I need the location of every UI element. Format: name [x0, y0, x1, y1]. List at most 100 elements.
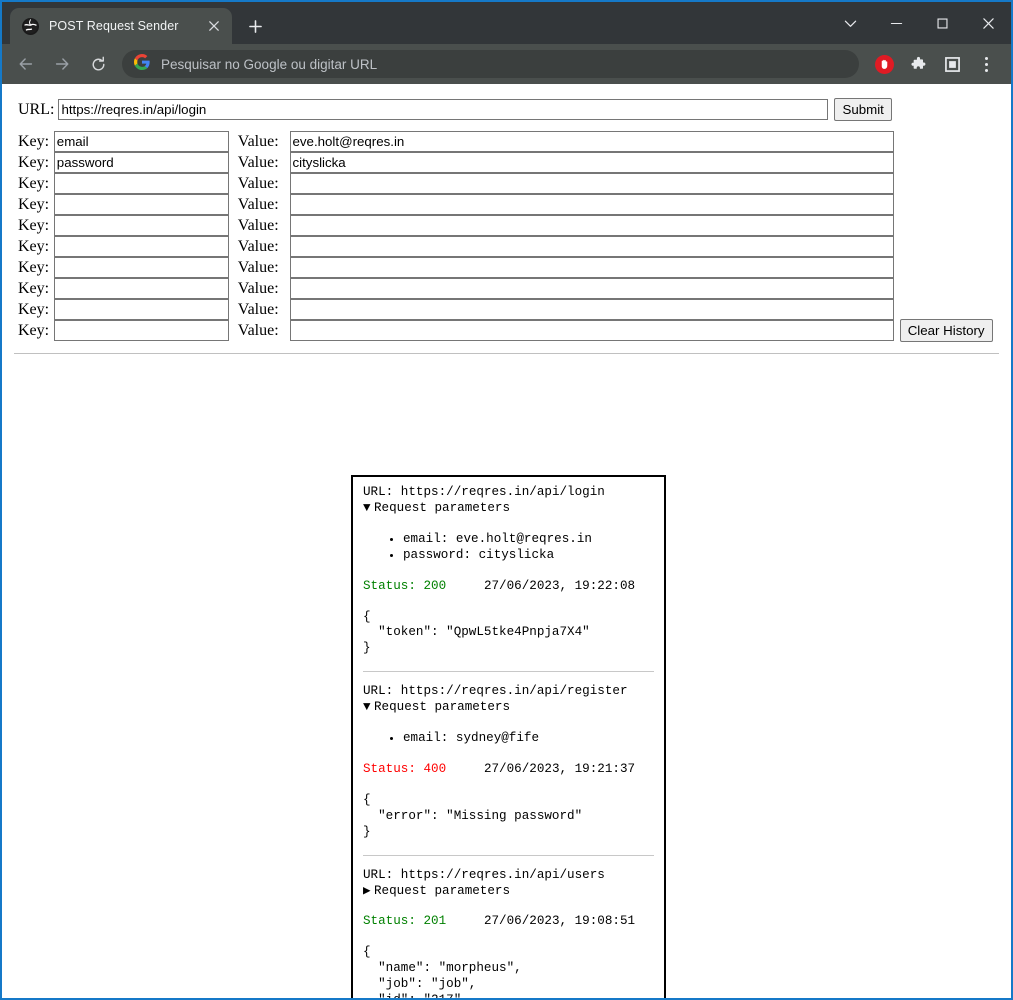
- request-parameters-toggle[interactable]: ▼ Request parameters: [363, 700, 654, 716]
- key-input-7[interactable]: [53, 278, 229, 299]
- key-input-5[interactable]: [53, 236, 229, 257]
- key-input-3[interactable]: [53, 194, 229, 215]
- sidebar-panel-icon[interactable]: [937, 49, 967, 79]
- triangle-down-icon: ▼: [363, 500, 371, 515]
- kv-row: Key: Value:: [18, 152, 1003, 173]
- tab-post-request-sender[interactable]: POST Request Sender: [10, 8, 232, 44]
- value-input-7[interactable]: [289, 278, 894, 299]
- maximize-icon[interactable]: [919, 2, 965, 44]
- status-line: Status: 400 27/06/2023, 19:21:37: [363, 762, 654, 778]
- submit-button[interactable]: Submit: [834, 98, 892, 121]
- value-label: Value:: [237, 174, 279, 192]
- timestamp: 27/06/2023, 19:21:37: [483, 761, 636, 776]
- key-label: Key:: [18, 300, 50, 318]
- key-value-table: Key: Value: Key: Value: Key: Value:: [18, 131, 1003, 342]
- value-label: Value:: [237, 300, 279, 318]
- value-input-6[interactable]: [289, 257, 894, 278]
- tab-close-icon[interactable]: [204, 16, 224, 36]
- window-controls: [827, 2, 1011, 44]
- value-input-9[interactable]: [289, 320, 894, 341]
- address-bar[interactable]: Pesquisar no Google ou digitar URL: [122, 50, 859, 78]
- kv-row: Key: Value:: [18, 278, 1003, 299]
- value-input-2[interactable]: [289, 173, 894, 194]
- reload-icon[interactable]: [83, 49, 113, 79]
- value-label: Value:: [237, 132, 279, 150]
- title-bar: POST Request Sender: [2, 2, 1011, 44]
- results-history-panel: URL: https://reqres.in/api/login ▼ Reques…: [351, 475, 666, 998]
- entry-url-value: https://reqres.in/api/login: [400, 485, 605, 499]
- entry-url: URL: https://reqres.in/api/login: [363, 485, 654, 501]
- entry-url: URL: https://reqres.in/api/register: [363, 684, 654, 700]
- triangle-right-icon: ▶: [363, 883, 371, 898]
- value-label: Value:: [237, 279, 279, 297]
- key-input-6[interactable]: [53, 257, 229, 278]
- chevron-down-icon[interactable]: [827, 2, 873, 44]
- value-input-3[interactable]: [289, 194, 894, 215]
- kv-row: Key: Value:: [18, 194, 1003, 215]
- request-parameters-list: email: eve.holt@reqres.in password: city…: [363, 532, 654, 564]
- key-input-4[interactable]: [53, 215, 229, 236]
- clear-history-button[interactable]: Clear History: [899, 319, 993, 342]
- key-label: Key:: [18, 195, 50, 213]
- key-input-0[interactable]: [53, 131, 229, 152]
- key-input-9[interactable]: [53, 320, 229, 341]
- status-spacer: [446, 762, 484, 776]
- value-input-5[interactable]: [289, 236, 894, 257]
- request-parameters-toggle[interactable]: ▶ Request parameters: [363, 884, 654, 900]
- status-spacer: [446, 914, 484, 928]
- value-label: Value:: [237, 321, 279, 339]
- browser-window: POST Request Sender Pesquisar no Google …: [0, 0, 1013, 1000]
- key-input-1[interactable]: [53, 152, 229, 173]
- url-row: URL: Submit: [18, 98, 1003, 121]
- page-content: URL: Submit Key: Value: Key: Value: Key: [2, 84, 1011, 998]
- status-spacer: [446, 579, 484, 593]
- list-item: email: sydney@fife: [403, 731, 654, 747]
- request-parameters-toggle[interactable]: ▼ Request parameters: [363, 501, 654, 517]
- key-label: Key:: [18, 153, 50, 171]
- key-label: Key:: [18, 237, 50, 255]
- response-body: { "error": "Missing password" }: [363, 792, 583, 839]
- status-badge: Status: 200: [363, 578, 447, 593]
- kv-row: Key: Value:: [18, 236, 1003, 257]
- clear-cell: Clear History: [894, 319, 1003, 342]
- key-input-8[interactable]: [53, 299, 229, 320]
- value-label: Value:: [237, 237, 279, 255]
- triangle-down-icon: ▼: [363, 700, 371, 715]
- kv-row: Key: Value:: [18, 257, 1003, 278]
- key-label: Key:: [18, 216, 50, 234]
- value-input-8[interactable]: [289, 299, 894, 320]
- back-arrow-icon[interactable]: [11, 49, 41, 79]
- entry-url-value: https://reqres.in/api/users: [400, 867, 605, 882]
- status-line: Status: 200 27/06/2023, 19:22:08: [363, 579, 654, 595]
- stop-hand-icon[interactable]: [869, 49, 899, 79]
- entry-url-prefix: URL:: [363, 684, 401, 699]
- kv-row: Key: Value:: [18, 131, 1003, 152]
- new-tab-button[interactable]: [240, 11, 270, 41]
- value-input-4[interactable]: [289, 215, 894, 236]
- key-label: Key:: [18, 258, 50, 276]
- value-label: Value:: [237, 258, 279, 276]
- url-input[interactable]: [58, 99, 829, 120]
- entry-url: URL: https://reqres.in/api/users: [363, 868, 654, 884]
- key-input-2[interactable]: [53, 173, 229, 194]
- request-parameters-list: email: sydney@fife: [363, 731, 654, 747]
- url-label: URL:: [18, 100, 55, 118]
- kv-row: Key: Value:: [18, 173, 1003, 194]
- entry-url-prefix: URL:: [363, 867, 401, 882]
- browser-toolbar: Pesquisar no Google ou digitar URL: [2, 44, 1011, 84]
- entry-url-value: https://reqres.in/api/register: [400, 684, 628, 699]
- close-icon[interactable]: [965, 2, 1011, 44]
- value-input-0[interactable]: [289, 131, 894, 152]
- request-parameters-label: Request parameters: [374, 500, 511, 515]
- history-entry: URL: https://reqres.in/api/users ▶ Reques…: [363, 868, 654, 998]
- key-label: Key:: [18, 132, 50, 150]
- three-dot-menu-icon[interactable]: [971, 49, 1001, 79]
- key-label: Key:: [18, 321, 50, 339]
- request-parameters-label: Request parameters: [374, 700, 511, 715]
- value-input-1[interactable]: [289, 152, 894, 173]
- minimize-icon[interactable]: [873, 2, 919, 44]
- puzzle-piece-icon[interactable]: [903, 49, 933, 79]
- response-body: { "name": "morpheus", "job": "job", "id"…: [363, 945, 522, 998]
- forward-arrow-icon[interactable]: [47, 49, 77, 79]
- timestamp: 27/06/2023, 19:22:08: [483, 578, 636, 593]
